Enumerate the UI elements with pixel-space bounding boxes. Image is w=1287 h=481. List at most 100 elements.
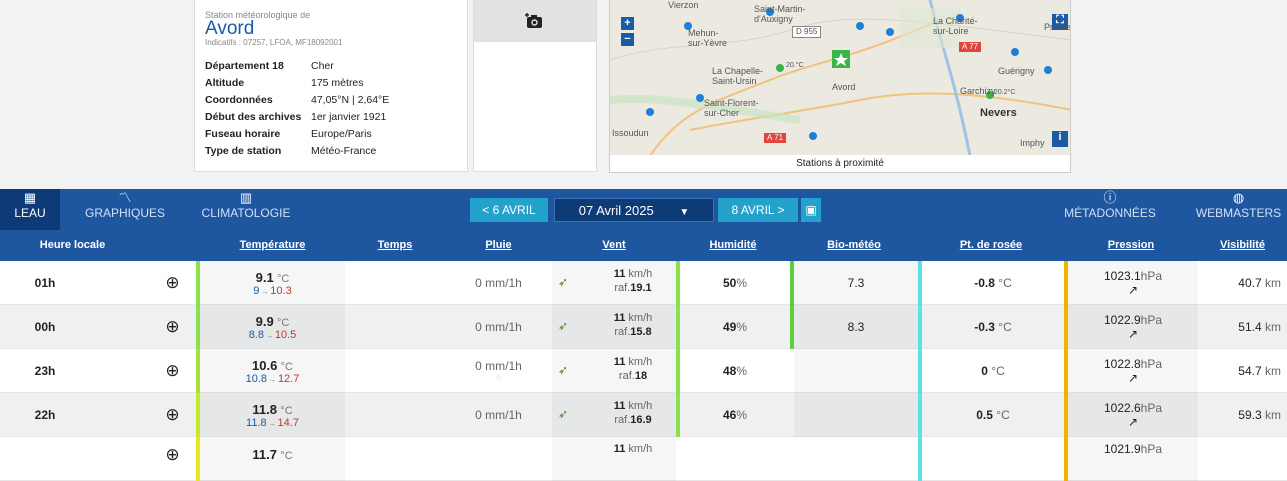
header-rosee[interactable]: Pt. de rosée (918, 230, 1064, 261)
header-visibilite[interactable]: Visibilité (1198, 230, 1287, 261)
map-label: Prémer (1044, 22, 1071, 32)
rain-value: 0 mm/1h (475, 358, 522, 373)
chart-line-icon: 〽 (118, 190, 132, 205)
cell-hour: 23h (34, 364, 56, 378)
temp-value: 10.6 (252, 357, 278, 373)
map-temp-label: 20.2°C (994, 89, 1016, 96)
cell-temps (345, 393, 445, 437)
header-vent[interactable]: Vent (552, 230, 676, 261)
detail-row: Début des archives 1er janvier 1921 (205, 108, 389, 125)
dew-value: -0.3 (974, 320, 995, 334)
gust-value: 19.1 (630, 282, 652, 294)
press-value: 1023.1 (1103, 269, 1141, 283)
map-label: Mehun- sur-Yèvre (688, 28, 728, 48)
wind-unit: km/h (628, 312, 653, 324)
station-indicatifs: Indicatifs : 07257, LFOA, MF18092001 (205, 38, 343, 47)
temp-min: 11.8 (246, 416, 267, 429)
header-pluie[interactable]: Pluie (445, 230, 552, 261)
header-bio-meteo[interactable]: Bio-météo (790, 230, 918, 261)
temp-range: 10.8 → 12.7 (245, 372, 300, 385)
dew-unit: °C (998, 320, 1012, 334)
expand-row-button[interactable]: ⊕ (145, 305, 200, 349)
tab-tableau[interactable]: ▦ LEAU (0, 189, 60, 230)
cell-temperature: 11.7 °C (200, 437, 345, 481)
main-toolbar: ▦ LEAU 〽 GRAPHIQUES ▥ CLIMATOLOGIE < 6 A… (0, 189, 1287, 230)
cell-visibility: 40.7 km (1198, 261, 1287, 305)
map-label: Guérigny (998, 66, 1035, 76)
map-label: La Charité- sur-Loire (933, 16, 978, 36)
cell-rain: 0 mm/1h (475, 408, 522, 422)
tab-graphiques[interactable]: 〽 GRAPHIQUES (70, 189, 180, 230)
cell-visibility: 51.4 km (1198, 305, 1287, 349)
tab-climatologie[interactable]: ▥ CLIMATOLOGIE (200, 189, 292, 230)
detail-label: Altitude (205, 76, 245, 89)
vis-value: 54.7 (1238, 364, 1262, 378)
cell-temperature: 10.6 °C 10.8 → 12.7 (200, 349, 345, 393)
cell-temperature: 9.1 °C 9 → 10.3 (200, 261, 345, 305)
tab-label: CLIMATOLOGIE (201, 206, 291, 220)
cell-pressure: 1023.1hPa ↗ (1068, 261, 1198, 305)
next-day-button[interactable]: 8 AVRIL > (718, 198, 798, 222)
expand-row-button[interactable]: ⊕ (145, 393, 200, 437)
tab-webmasters[interactable]: ◍ WEBMASTERS (1190, 189, 1287, 230)
header-temps[interactable]: Temps (345, 230, 445, 261)
temp-max: 10.5 (274, 328, 297, 341)
detail-row: Coordonnées 47,05°N | 2,64°E (205, 91, 389, 108)
cell-bio: 7.3 (794, 261, 918, 305)
press-value: 1021.9 (1103, 442, 1141, 456)
tab-metadonnees[interactable]: ⓘ MÉTADONNÉES (1055, 189, 1165, 230)
cell-humidity: 50% (680, 261, 790, 305)
gust-prefix: raf. (614, 414, 631, 426)
temp-value: 11.7 (252, 447, 277, 462)
vis-unit: km (1265, 320, 1281, 334)
cell-bio (794, 393, 918, 437)
chevron-down-icon: ▼ (679, 207, 690, 218)
map-road-label: D 955 (792, 26, 822, 38)
temp-range: 11.8 → 14.7 (246, 416, 299, 429)
header-temperature[interactable]: Température (200, 230, 345, 261)
table-row: ⊕ 11.7 °C 11 km/h 1021.9hPa (0, 437, 1287, 481)
calendar-button[interactable]: ▣ (801, 198, 821, 222)
detail-value: Cher (311, 59, 334, 72)
station-card: Station météorologique de Avord Indicati… (194, 0, 468, 172)
cell-wind: 11 km/h (552, 437, 676, 481)
map-footer: Stations à proximité (610, 155, 1070, 172)
temp-max: 10.3 (270, 284, 292, 297)
light-rain-icon: ⁘ (494, 372, 503, 383)
hum-value: 48 (722, 364, 737, 378)
info-button[interactable]: i (1052, 131, 1068, 147)
dew-unit: °C (991, 364, 1005, 378)
zoom-in-button[interactable]: + (621, 17, 634, 30)
hum-unit: % (736, 320, 748, 334)
cell-humidity: 48% (680, 349, 790, 393)
header-humidite[interactable]: Humidité (676, 230, 790, 261)
nearby-stations-map[interactable]: + − ⛶ i Vierzon Saint-Martin- d'Auxigny … (609, 0, 1071, 173)
add-photo-button[interactable] (474, 0, 596, 42)
cell-temps (345, 349, 445, 393)
expand-row-button[interactable]: ⊕ (145, 437, 200, 481)
cell-dew: -0.3 °C (922, 305, 1064, 349)
cell-temperature: 11.8 °C 11.8 → 14.7 (200, 393, 345, 437)
cell-dew: 0.5 °C (922, 393, 1064, 437)
expand-row-button[interactable]: ⊕ (145, 349, 200, 393)
prev-day-button[interactable]: < 6 AVRIL (470, 198, 548, 222)
cell-hour: 01h (34, 276, 56, 290)
globe-icon: ◍ (1232, 190, 1245, 205)
detail-value: Europe/Paris (311, 127, 372, 140)
cell-rain: 0 mm/1h (475, 276, 522, 290)
detail-label: Coordonnées (205, 93, 273, 106)
temp-value: 9.1 (255, 269, 274, 285)
table-header: Heure locale Température Temps Pluie Ven… (0, 230, 1287, 261)
detail-row: Altitude 175 mètres (205, 74, 389, 91)
dew-unit: °C (996, 408, 1010, 422)
cell-bio (794, 349, 918, 393)
cell-pressure: 1022.6hPa ↗ (1068, 393, 1198, 437)
zoom-out-button[interactable]: − (621, 33, 634, 46)
tab-label: LEAU (14, 206, 46, 220)
dew-value: 0.5 (976, 408, 993, 422)
info-icon: ⓘ (1103, 190, 1117, 205)
cell-wind: ➶ 11 km/h raf.16.9 (552, 393, 676, 437)
date-select[interactable]: 07 Avril 2025 ▼ (554, 198, 714, 222)
header-pression[interactable]: Pression (1064, 230, 1198, 261)
expand-row-button[interactable]: ⊕ (145, 261, 200, 305)
